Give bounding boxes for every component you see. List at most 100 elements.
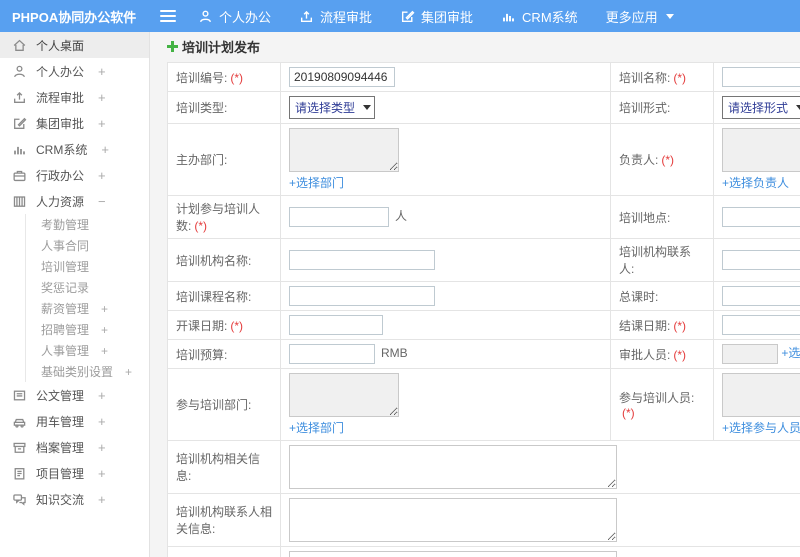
- sidebar-item-archive-mgmt[interactable]: 档案管理 +: [0, 434, 149, 460]
- main-content: 培训计划发布 培训编号:(*) 培训名称:(*) 培训类型: 请选择类型: [150, 32, 800, 557]
- sidebar-subitem-hr-contract[interactable]: 人事合同: [26, 235, 149, 256]
- approver-input[interactable]: [722, 344, 778, 364]
- form-row-course-name: 培训课程名称: 总课时:: [167, 281, 800, 311]
- training-location-input[interactable]: [722, 207, 800, 227]
- bar-chart-icon: [503, 13, 515, 21]
- training-form-label: 培训形式:: [610, 91, 714, 124]
- bar-chart-icon: [12, 142, 27, 157]
- sidebar-item-official-doc-mgmt[interactable]: 公文管理 +: [0, 382, 149, 408]
- host-department-label: 主办部门:: [167, 123, 281, 196]
- training-number-input[interactable]: [289, 67, 395, 87]
- institution-name-label: 培训机构名称:: [167, 238, 281, 282]
- course-name-input[interactable]: [289, 286, 435, 306]
- sidebar-item-admin-office[interactable]: 行政办公 +: [0, 162, 149, 188]
- sidebar-item-process-approval[interactable]: 流程审批 +: [0, 84, 149, 110]
- institution-contact-info-label: 培训机构联系人相关信息:: [167, 493, 281, 547]
- unit-person: 人: [395, 209, 408, 224]
- sidebar-item-group-approval[interactable]: 集团审批 +: [0, 110, 149, 136]
- required-mark: (*): [673, 70, 687, 85]
- institution-name-input[interactable]: [289, 250, 435, 270]
- end-date-input[interactable]: [722, 315, 800, 335]
- person-in-charge-box[interactable]: [722, 128, 800, 172]
- app-logo: PHPOA协同办公软件: [12, 9, 137, 25]
- sidebar-subitem-attendance-mgmt[interactable]: 考勤管理: [26, 214, 149, 235]
- car-icon: [12, 414, 27, 429]
- host-department-box[interactable]: [289, 128, 399, 172]
- end-date-label: 结课日期: (*): [610, 310, 714, 340]
- institution-contact-input[interactable]: [722, 250, 800, 270]
- sidebar-item-crm-system[interactable]: CRM系统 +: [0, 136, 149, 162]
- select-participants-link[interactable]: +选择参与人员: [722, 419, 800, 436]
- upload-icon: [300, 10, 313, 22]
- planned-participants-input[interactable]: [289, 207, 389, 227]
- nav-process-approval[interactable]: 流程审批: [299, 7, 372, 26]
- nav-group-approval[interactable]: 集团审批: [400, 7, 473, 26]
- participating-people-box[interactable]: [722, 373, 800, 417]
- sidebar-subitem-base-category-settings[interactable]: 基础类别设置 +: [26, 361, 149, 382]
- select-department-link[interactable]: +选择部门: [289, 419, 344, 436]
- institution-contact-info-textarea[interactable]: [289, 498, 617, 542]
- form-row-participating-departments: 参与培训部门: +选择部门 参与培训人员:(*) +选择参与人员: [167, 368, 800, 441]
- hamburger-menu-icon[interactable]: [160, 10, 176, 22]
- institution-info-textarea[interactable]: [289, 445, 617, 489]
- select-person-in-charge-link[interactable]: +选择负责人: [722, 174, 789, 191]
- select-approver-link[interactable]: +选择审批人员: [781, 346, 800, 360]
- user-icon: [12, 64, 27, 79]
- participating-departments-label: 参与培训部门:: [167, 368, 281, 441]
- sidebar-item-vehicle-mgmt[interactable]: 用车管理 +: [0, 408, 149, 434]
- form-row-planned-participants: 计划参与培训人数: (*) 人 培训地点:: [167, 195, 800, 239]
- training-requirements-textarea[interactable]: [289, 551, 617, 557]
- training-name-input[interactable]: [722, 67, 800, 87]
- edit-icon: [402, 10, 415, 22]
- required-mark: (*): [230, 318, 244, 333]
- plus-icon: [167, 40, 178, 52]
- sidebar-item-personal-desktop[interactable]: 个人桌面: [0, 32, 149, 58]
- training-number-label: 培训编号: (*): [167, 62, 281, 92]
- start-date-label: 开课日期: (*): [167, 310, 281, 340]
- total-hours-label: 总课时:: [610, 281, 714, 311]
- form-row-budget: 培训预算: RMB 审批人员:(*) +选择审批人员: [167, 339, 800, 369]
- sidebar-subitem-salary-mgmt[interactable]: 薪资管理 +: [26, 298, 149, 319]
- nav-more-apps[interactable]: 更多应用: [606, 7, 674, 26]
- institution-contact-label: 培训机构联系人:: [610, 238, 714, 282]
- sidebar-subitem-personnel-mgmt[interactable]: 人事管理 +: [26, 340, 149, 361]
- course-name-label: 培训课程名称:: [167, 281, 281, 311]
- nav-personal-office[interactable]: 个人办公: [198, 7, 271, 26]
- required-mark: (*): [194, 219, 208, 233]
- select-department-link[interactable]: +选择部门: [289, 174, 344, 191]
- user-icon: [200, 10, 211, 22]
- sidebar-item-project-mgmt[interactable]: 项目管理 +: [0, 460, 149, 486]
- training-form-select[interactable]: 请选择形式: [722, 96, 800, 119]
- sidebar-subitem-reward-punishment[interactable]: 奖惩记录: [26, 277, 149, 298]
- form-row-start-date: 开课日期: (*) 结课日期: (*): [167, 310, 800, 340]
- edit-icon: [12, 116, 27, 131]
- training-location-label: 培训地点:: [610, 195, 714, 239]
- required-mark: (*): [622, 406, 635, 420]
- start-date-input[interactable]: [289, 315, 383, 335]
- required-mark: (*): [661, 153, 675, 167]
- participating-people-label: 参与培训人员:(*): [610, 368, 714, 441]
- sidebar-item-personal-office[interactable]: 个人办公 +: [0, 58, 149, 84]
- nav-crm-system[interactable]: CRM系统: [501, 7, 578, 26]
- sidebar-subitem-training-mgmt[interactable]: 培训管理: [26, 256, 149, 277]
- training-type-select[interactable]: 请选择类型: [289, 96, 376, 119]
- budget-input[interactable]: [289, 344, 375, 364]
- total-hours-input[interactable]: [722, 286, 800, 306]
- training-name-label: 培训名称: (*): [610, 62, 714, 92]
- document-icon: [12, 388, 27, 403]
- training-type-label: 培训类型:: [167, 91, 281, 124]
- book-icon: [12, 194, 27, 209]
- form-row-training-number: 培训编号:(*) 培训名称:(*): [167, 62, 800, 92]
- sidebar-item-human-resources[interactable]: 人力资源 −: [0, 188, 149, 214]
- budget-label: 培训预算:: [167, 339, 281, 369]
- form-row-institution-info: 培训机构相关信息:: [167, 440, 800, 494]
- top-navigation-bar: PHPOA协同办公软件 个人办公 流程审批 集团审批 CRM系统 更多应用: [0, 0, 800, 32]
- briefcase-icon: [12, 168, 27, 183]
- participating-departments-box[interactable]: [289, 373, 399, 417]
- sidebar-hr-submenu: 考勤管理 人事合同 培训管理 奖惩记录 薪资管理 + 招聘管理 + 人事管理 + 基础…: [25, 214, 149, 382]
- sidebar-item-knowledge-exchange[interactable]: 知识交流 +: [0, 486, 149, 512]
- select-caret-icon: [363, 105, 372, 110]
- form-row-training-requirements: 培训要求:: [167, 546, 800, 557]
- sidebar-subitem-recruit-mgmt[interactable]: 招聘管理 +: [26, 319, 149, 340]
- form-row-training-type: 培训类型: 请选择类型 培训形式: 请选择形式: [167, 91, 800, 124]
